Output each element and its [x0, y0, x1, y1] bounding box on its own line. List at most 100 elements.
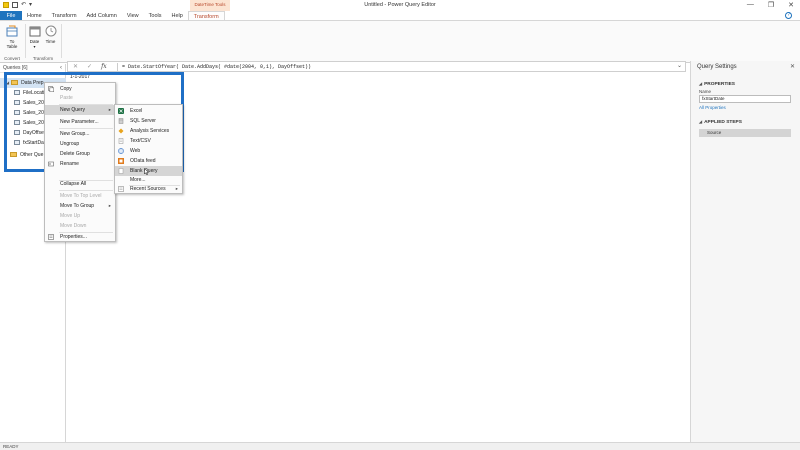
- formula-bar: ✕ ✓ fx = Date.StartOfYear( Date.AddDays(…: [67, 61, 686, 72]
- ribbon-divider: [61, 24, 62, 58]
- menu-item-properties[interactable]: Properties...: [45, 232, 115, 242]
- submenu-item-excel[interactable]: Excel: [115, 106, 182, 116]
- close-settings-icon[interactable]: ✕: [790, 63, 795, 70]
- menu-bar: File Home Transform Add Column View Tool…: [0, 11, 800, 21]
- text-csv-icon: [118, 138, 124, 144]
- odata-feed-icon: [118, 158, 124, 164]
- help-icon[interactable]: ?: [785, 12, 792, 19]
- time-label: Time: [45, 39, 56, 44]
- menu-item-label: Analysis Services: [130, 128, 170, 134]
- query-settings-pane: Query Settings ✕ ◢ PROPERTIES Name fxStar…: [690, 61, 800, 442]
- menu-item-label: SQL Server: [130, 118, 156, 124]
- menu-item-ungroup[interactable]: Ungroup: [45, 139, 115, 149]
- to-table-button[interactable]: To Table: [2, 25, 22, 49]
- applied-steps-section[interactable]: ◢ APPLIED STEPS: [691, 119, 800, 125]
- applied-steps-label: APPLIED STEPS: [704, 120, 742, 125]
- ribbon-group-convert: To Table Convert: [0, 23, 24, 61]
- menu-item-label: Text/CSV: [130, 138, 151, 144]
- submenu-item-analysis-services[interactable]: Analysis Services: [115, 126, 182, 136]
- menu-item-label: New Parameter...: [60, 119, 99, 125]
- minimize-icon[interactable]: —: [747, 1, 754, 9]
- properties-icon: [48, 234, 54, 240]
- applied-step-source[interactable]: Source: [699, 129, 791, 137]
- menu-item-label: Copy: [60, 86, 72, 92]
- name-label: Name: [699, 89, 712, 94]
- submenu-arrow-icon: ▸: [108, 203, 111, 208]
- queries-title: Queries [6]: [3, 65, 28, 71]
- menu-item-collapse-all[interactable]: Collapse All: [45, 179, 115, 189]
- cancel-formula-icon[interactable]: ✕: [73, 63, 78, 70]
- rename-icon: [48, 161, 54, 167]
- menu-item-move-up[interactable]: Move Up: [45, 211, 115, 221]
- menu-item-label: New Group...: [60, 131, 90, 137]
- menu-item-label: Rename: [60, 161, 79, 167]
- formula-input[interactable]: = Date.StartOfYear( Date.AddDays( #date(…: [117, 63, 311, 71]
- tab-datetime-transform[interactable]: Transform: [187, 11, 225, 20]
- mouse-cursor-icon: [144, 168, 149, 175]
- close-window-icon[interactable]: ✕: [788, 1, 794, 9]
- menu-item-label: Delete Group: [60, 151, 90, 157]
- menu-item-new-query[interactable]: New Query ▸: [45, 105, 115, 115]
- copy-icon: [48, 86, 54, 92]
- commit-formula-icon[interactable]: ✓: [87, 63, 92, 70]
- query-name-input[interactable]: fxStartDate: [699, 95, 791, 103]
- recent-sources-icon: [118, 186, 124, 192]
- clock-icon: [45, 25, 56, 37]
- submenu-item-web[interactable]: Web: [115, 146, 182, 156]
- tab-home[interactable]: Home: [22, 11, 47, 20]
- title-bar: ↶ ▾ DateTime Tools Untitled - Power Quer…: [0, 0, 800, 11]
- menu-item-move-down[interactable]: Move Down: [45, 221, 115, 231]
- date-button[interactable]: Date ▾: [28, 25, 41, 49]
- submenu-item-text-csv[interactable]: Text/CSV: [115, 136, 182, 146]
- tab-tools[interactable]: Tools: [144, 11, 167, 20]
- menu-item-label: OData feed: [130, 158, 156, 164]
- tab-help[interactable]: Help: [166, 11, 187, 20]
- query-settings-title: Query Settings: [697, 64, 737, 70]
- status-bar: READY: [0, 442, 800, 450]
- menu-item-label: Recent Sources: [130, 186, 166, 192]
- menu-item-rename[interactable]: Rename: [45, 159, 115, 169]
- submenu-arrow-icon: ▸: [175, 186, 178, 191]
- all-properties-link[interactable]: All Properties: [691, 103, 800, 112]
- menu-item-label: Web: [130, 148, 141, 154]
- submenu-item-odata-feed[interactable]: OData feed: [115, 156, 182, 166]
- menu-item-label: Excel: [130, 108, 143, 114]
- menu-item-move-to-group[interactable]: Move To Group ▸: [45, 201, 115, 211]
- tab-add-column[interactable]: Add Column: [82, 11, 122, 20]
- menu-item-new-group[interactable]: New Group...: [45, 129, 115, 139]
- menu-item-label: Move Up: [60, 213, 81, 219]
- group-convert-label: Convert: [4, 56, 20, 61]
- menu-item-label: Collapse All: [60, 181, 87, 187]
- section-triangle-icon: ◢: [699, 81, 703, 86]
- menu-item-label: Paste: [60, 95, 73, 101]
- tab-transform[interactable]: Transform: [47, 11, 82, 20]
- menu-item-new-parameter[interactable]: New Parameter...: [45, 117, 115, 127]
- analysis-services-icon: [118, 128, 124, 134]
- menu-item-label: Move Down: [60, 223, 87, 229]
- menu-item-delete-group[interactable]: Delete Group: [45, 149, 115, 159]
- restore-icon[interactable]: ❐: [768, 1, 774, 9]
- menu-item-label: New Query: [60, 107, 86, 113]
- expand-formula-icon[interactable]: ⌄: [677, 62, 682, 69]
- menu-item-label: Move To Top Level: [60, 193, 102, 199]
- sql-server-icon: [118, 118, 124, 124]
- to-table-icon: [6, 25, 18, 37]
- web-icon: [118, 148, 124, 154]
- menu-item-label: Properties...: [60, 234, 87, 240]
- window-controls: — ❐ ✕: [747, 1, 794, 9]
- group-transform-label: Transform: [32, 56, 54, 61]
- menu-item-move-to-top-level[interactable]: Move To Top Level: [45, 191, 115, 201]
- tab-file[interactable]: File: [0, 11, 22, 20]
- submenu-item-sql-server[interactable]: SQL Server: [115, 116, 182, 126]
- excel-icon: [118, 108, 124, 114]
- fx-icon[interactable]: fx: [101, 63, 107, 70]
- window-title: Untitled - Power Query Editor: [364, 2, 436, 8]
- tab-view[interactable]: View: [122, 11, 144, 20]
- menu-item-label: More...: [130, 177, 146, 183]
- menu-item-paste[interactable]: Paste: [45, 93, 115, 103]
- calendar-icon: [29, 26, 40, 37]
- time-button[interactable]: Time: [44, 25, 57, 44]
- date-dropdown-icon: ▾: [33, 44, 36, 49]
- submenu-item-recent-sources[interactable]: Recent Sources ▸: [115, 184, 182, 194]
- ribbon: To Table Convert Date ▾ Time Transform: [0, 21, 800, 63]
